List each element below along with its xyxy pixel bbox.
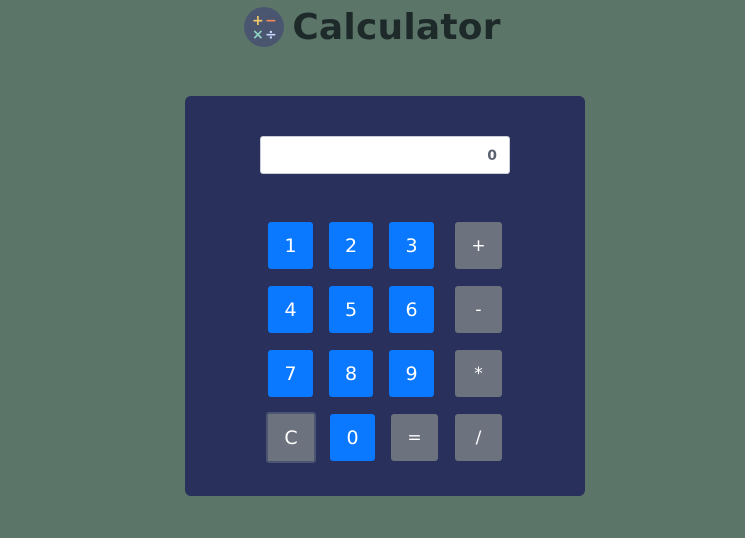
multiply-button[interactable]: *: [455, 350, 502, 397]
divide-button[interactable]: /: [455, 414, 502, 461]
calculator-panel: 0 1 2 3 + 4 5 6 - 7 8 9 * C 0 = /: [185, 96, 585, 496]
multiply-symbol-icon: ×: [251, 27, 264, 43]
plus-symbol-icon: +: [251, 13, 264, 29]
key-0-button[interactable]: 0: [330, 414, 375, 461]
key-7-button[interactable]: 7: [268, 350, 313, 397]
key-5-button[interactable]: 5: [329, 286, 373, 333]
key-9-button[interactable]: 9: [389, 350, 434, 397]
subtract-button[interactable]: -: [455, 286, 502, 333]
key-8-button[interactable]: 8: [329, 350, 373, 397]
divide-symbol-icon: ÷: [264, 27, 277, 43]
calculator-logo-icon: + − × ÷: [244, 7, 285, 47]
add-button[interactable]: +: [455, 222, 502, 269]
app-header: + − × ÷ Calculator: [0, 4, 745, 50]
key-3-button[interactable]: 3: [389, 222, 434, 269]
key-4-button[interactable]: 4: [268, 286, 313, 333]
page-title: Calculator: [292, 6, 501, 48]
clear-button[interactable]: C: [266, 412, 316, 463]
key-1-button[interactable]: 1: [268, 222, 313, 269]
key-6-button[interactable]: 6: [389, 286, 434, 333]
equals-button[interactable]: =: [391, 414, 438, 461]
display-field[interactable]: 0: [260, 136, 510, 174]
minus-symbol-icon: −: [264, 13, 277, 29]
key-2-button[interactable]: 2: [329, 222, 373, 269]
